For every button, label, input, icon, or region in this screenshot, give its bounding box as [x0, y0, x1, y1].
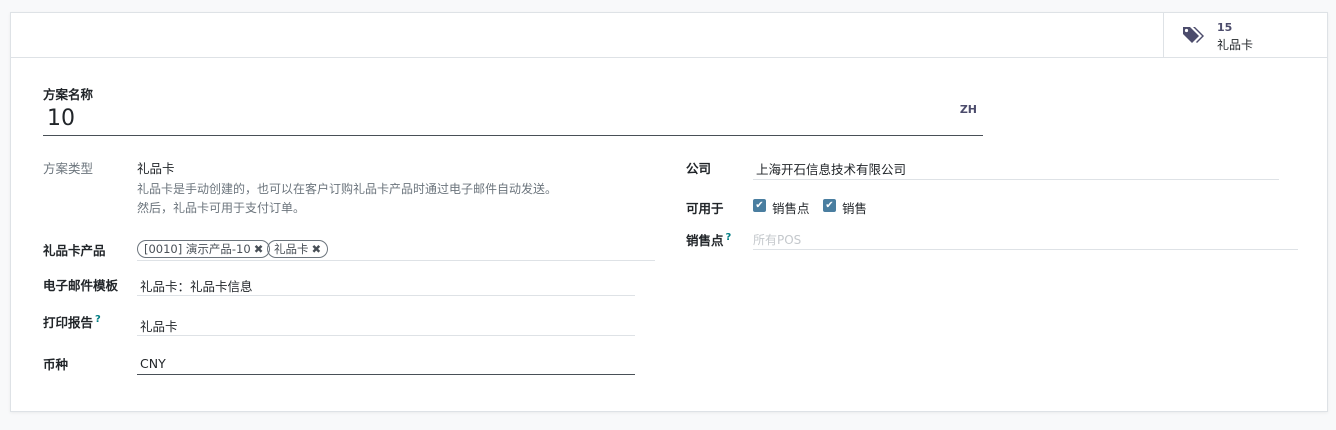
currency-value: CNY: [140, 356, 166, 371]
button-box: 15 礼品卡: [11, 13, 1327, 58]
language-button[interactable]: ZH: [960, 103, 977, 116]
pos-label: 销售点?: [686, 230, 731, 249]
program-type-value: 礼品卡: [137, 161, 175, 176]
checkbox-sales[interactable]: ✔: [823, 199, 836, 212]
email-template-field[interactable]: 礼品卡：礼品卡信息: [137, 273, 635, 296]
email-template-value: 礼品卡：礼品卡信息: [140, 279, 253, 294]
program-name-field[interactable]: 10 ZH: [43, 101, 983, 136]
form-sheet: 15 礼品卡 方案名称 10 ZH 方案类型 礼品卡 礼品卡是手动创建的，也可以…: [10, 12, 1328, 412]
program-type-label: 方案类型: [43, 161, 94, 176]
print-report-field[interactable]: 礼品卡: [137, 313, 635, 336]
print-report-label: 打印报告?: [43, 312, 101, 331]
email-template-label: 电子邮件模板: [43, 278, 119, 293]
company-field[interactable]: 上海开石信息技术有限公司: [753, 157, 1279, 180]
currency-label: 币种: [43, 357, 69, 372]
description-line: 然后，礼品卡可用于支付订单。: [137, 201, 306, 215]
currency-field[interactable]: CNY: [137, 353, 635, 375]
help-icon[interactable]: ?: [726, 232, 732, 243]
remove-tag-icon[interactable]: ✖: [312, 242, 322, 256]
help-icon[interactable]: ?: [95, 314, 101, 325]
tag-label: [0010] 演示产品-10: [144, 242, 251, 256]
checkbox-sales-label: 销售: [842, 201, 868, 216]
gift-card-stat-button[interactable]: 15 礼品卡: [1163, 13, 1327, 57]
gift-card-products-label: 礼品卡产品: [43, 243, 106, 258]
stat-label: 礼品卡: [1217, 38, 1254, 52]
description-line: 礼品卡是手动创建的，也可以在客户订购礼品卡产品时通过电子邮件自动发送。: [137, 182, 558, 196]
tag-label: 礼品卡: [274, 242, 309, 256]
pos-placeholder: 所有POS: [753, 233, 802, 247]
tags-icon: [1183, 27, 1204, 43]
checkbox-pos[interactable]: ✔: [753, 199, 766, 212]
pos-label-text: 销售点: [686, 233, 724, 248]
product-tag: [0010] 演示产品-10 ✖: [137, 240, 271, 258]
program-type-description: 礼品卡是手动创建的，也可以在客户订购礼品卡产品时通过电子邮件自动发送。 然后，礼…: [137, 180, 677, 218]
company-label: 公司: [686, 161, 712, 176]
remove-tag-icon[interactable]: ✖: [254, 242, 264, 256]
program-name-value: 10: [47, 106, 75, 131]
checkbox-pos-label: 销售点: [772, 201, 810, 216]
pos-field[interactable]: 所有POS: [753, 228, 1298, 250]
product-tag: 礼品卡 ✖: [267, 240, 329, 258]
print-report-label-text: 打印报告: [43, 315, 94, 330]
stat-value: 15: [1217, 21, 1233, 34]
available-on-label: 可用于: [686, 201, 724, 216]
company-value: 上海开石信息技术有限公司: [756, 162, 907, 177]
print-report-value: 礼品卡: [140, 319, 178, 334]
